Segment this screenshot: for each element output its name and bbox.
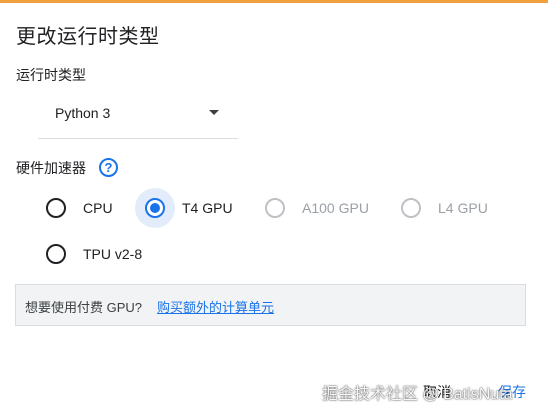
radio-circle-icon (401, 198, 421, 218)
help-circle-icon[interactable]: ? (99, 158, 118, 177)
buy-compute-units-link[interactable]: 购买额外的计算单元 (157, 297, 274, 316)
radio-tpu-v2-8[interactable]: TPU v2-8 (46, 234, 156, 274)
radio-cpu[interactable]: CPU (46, 188, 136, 228)
radio-circle-icon (46, 198, 66, 218)
radio-label-l4-gpu: L4 GPU (438, 200, 488, 216)
save-button[interactable]: 保存 (498, 382, 526, 402)
radio-circle-icon (46, 244, 66, 264)
radio-a100-gpu[interactable]: A100 GPU (265, 188, 375, 228)
runtime-type-value: Python 3 (55, 105, 111, 121)
radio-label-t4-gpu: T4 GPU (182, 200, 233, 216)
radio-checked-icon (145, 198, 165, 218)
radio-l4-gpu[interactable]: L4 GPU (401, 188, 501, 228)
paid-gpu-notice-text: 想要使用付费 GPU? (25, 300, 143, 315)
radio-label-tpu-v2-8: TPU v2-8 (83, 246, 143, 262)
change-runtime-dialog: 更改运行时类型 运行时类型 Python 3 硬件加速器 ? CPU T4 GP… (0, 0, 548, 413)
dialog-title: 更改运行时类型 (16, 26, 160, 48)
top-accent-strip (0, 0, 548, 3)
radio-circle-icon (265, 198, 285, 218)
dropdown-arrow-icon (209, 110, 219, 115)
watermark: 掘金技术社区 @ BatisNuta (322, 386, 513, 403)
runtime-type-label: 运行时类型 (16, 67, 86, 83)
runtime-type-select[interactable]: Python 3 (38, 96, 238, 139)
hardware-accelerator-label: 硬件加速器 (16, 160, 86, 176)
radio-label-cpu: CPU (83, 200, 113, 216)
radio-t4-gpu[interactable]: T4 GPU (135, 188, 245, 228)
paid-gpu-notice: 想要使用付费 GPU? 购买额外的计算单元 (15, 284, 526, 326)
radio-label-a100-gpu: A100 GPU (302, 200, 369, 216)
cancel-button[interactable]: 取消 (423, 382, 451, 402)
